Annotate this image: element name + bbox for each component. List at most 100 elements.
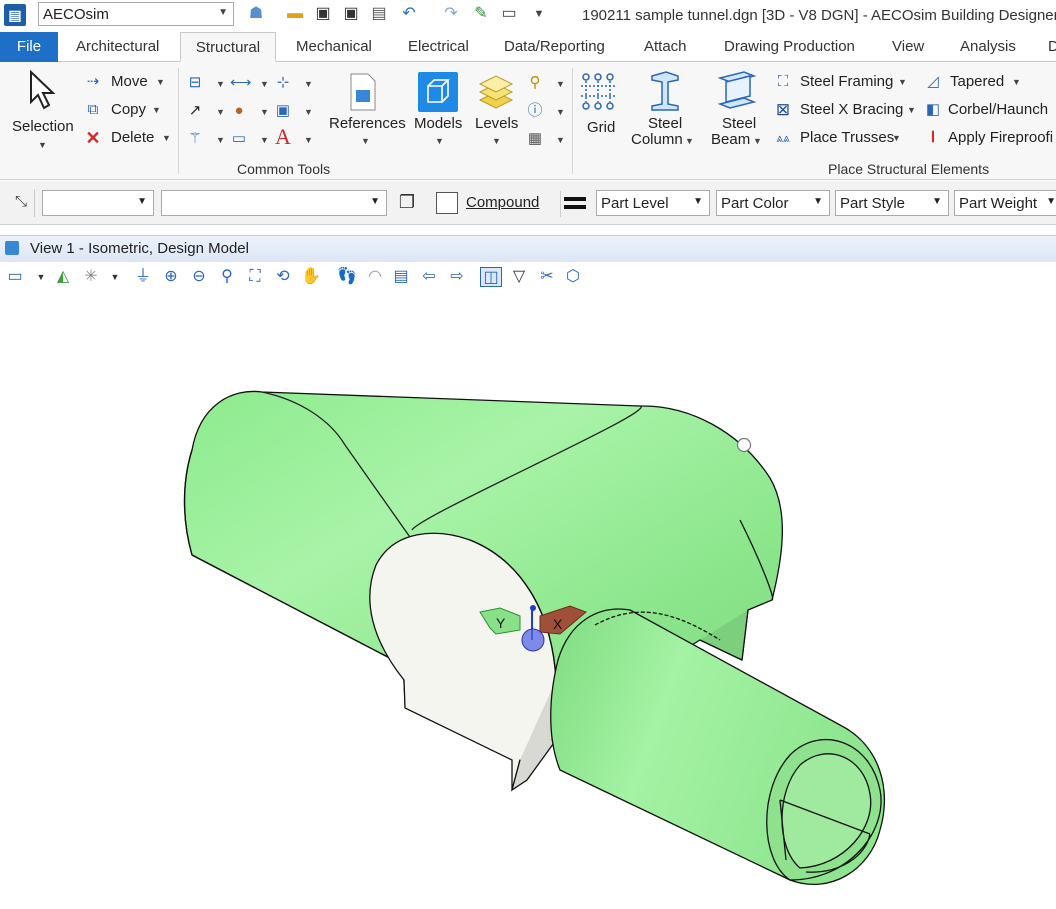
references-label: References	[329, 115, 406, 132]
place-trusses-button[interactable]: ⩓⩓ Place Trusses ▼	[774, 128, 910, 150]
chevron-down-icon: ▼	[370, 196, 380, 207]
chevron-down-icon[interactable]: ▼	[104, 267, 126, 287]
separator	[572, 68, 573, 174]
magic-wand-icon[interactable]: ⚚	[186, 130, 204, 148]
view-attributes-icon[interactable]: ▭	[4, 267, 26, 287]
next-arrow-icon[interactable]: ⇨	[446, 267, 468, 287]
user-icon[interactable]: ☗	[247, 5, 265, 23]
tab-architectural[interactable]: Architectural	[76, 32, 159, 62]
palette-icon[interactable]: ●	[230, 102, 248, 120]
tab-overflow[interactable]: D	[1048, 32, 1056, 62]
update-view-icon[interactable]: ⏚	[132, 267, 154, 287]
tab-drawing-production[interactable]: Drawing Production	[724, 32, 855, 62]
levels-icon	[478, 75, 514, 109]
part-weight-combo[interactable]: Part Weight ▼	[954, 190, 1056, 216]
layers-icon[interactable]: ❐	[398, 193, 416, 211]
view-previous-icon[interactable]: ▤	[390, 267, 412, 287]
chevron-down-icon: ▼	[216, 107, 225, 117]
undo-icon[interactable]: ↶	[400, 5, 418, 23]
customize-icon[interactable]: ▼	[530, 5, 548, 23]
tab-file[interactable]: File	[0, 32, 58, 62]
tab-analysis[interactable]: Analysis	[960, 32, 1016, 62]
zoom-in-icon[interactable]: ⊕	[160, 267, 182, 287]
separator	[34, 189, 35, 217]
separator	[560, 191, 561, 217]
part-color-combo[interactable]: Part Color ▼	[716, 190, 830, 216]
save-settings-icon[interactable]: ▣	[342, 5, 360, 23]
chevron-down-icon: ▼	[435, 136, 444, 146]
tapered-label: Tapered	[950, 73, 1005, 90]
grid-button[interactable]: Grid	[578, 68, 624, 154]
display-style-icon[interactable]: ◭	[52, 267, 74, 287]
line-weight-icon[interactable]	[564, 197, 586, 201]
corbel-haunch-button[interactable]: ◧ Corbel/Haunch	[924, 100, 1056, 122]
rectangle-icon[interactable]: ▭	[230, 130, 248, 148]
app-icon[interactable]: ▤	[4, 4, 26, 26]
text-edit-icon[interactable]: ▣	[274, 102, 292, 120]
compress-icon[interactable]: ▤	[370, 5, 388, 23]
lighting-icon[interactable]: ✳	[80, 267, 102, 287]
fit-view-icon[interactable]: ⛶	[244, 267, 266, 287]
references-button[interactable]: References ▼	[328, 68, 406, 154]
workspace-combo[interactable]: AECOsim ▼	[38, 2, 234, 26]
selection-button[interactable]: Selection ▼	[8, 66, 78, 152]
arrow-line-icon[interactable]: ↗	[186, 102, 204, 120]
compound-checkbox[interactable]	[436, 192, 458, 214]
chevron-down-icon: ▼	[753, 136, 762, 146]
levels-label: Levels	[475, 115, 519, 132]
redo-icon[interactable]: ↷	[442, 5, 460, 23]
chevron-down-icon[interactable]: ▼	[30, 267, 52, 287]
steel-column-icon	[651, 71, 679, 111]
snap-icon[interactable]: ⊹	[274, 74, 292, 92]
apply-fireproofing-button[interactable]: Ⅰ Apply Fireproofi	[924, 128, 1056, 150]
steel-framing-button[interactable]: ⛶ Steel Framing ▼	[774, 72, 914, 94]
pan-hand-icon[interactable]: ✋	[300, 267, 322, 287]
tapered-button[interactable]: ◿ Tapered ▼	[924, 72, 1034, 94]
measure-icon[interactable]: ⟷	[230, 74, 252, 92]
previous-arrow-icon[interactable]: ⇦	[418, 267, 440, 287]
part-level-combo[interactable]: Part Level ▼	[596, 190, 710, 216]
design-model-viewport[interactable]: Y X	[0, 292, 1056, 906]
search-icon[interactable]: ⚲	[526, 74, 544, 92]
levels-button[interactable]: Levels ▼	[472, 68, 522, 154]
eyedropper-icon[interactable]: ⤡	[12, 193, 30, 211]
window-area-icon[interactable]: ⚲	[216, 267, 238, 287]
models-button[interactable]: Models ▼	[412, 68, 466, 154]
copy-button[interactable]: ⧉ Copy ▼	[84, 100, 174, 122]
move-button[interactable]: ⇢ Move ▼	[84, 72, 174, 94]
print-icon[interactable]: ▭	[500, 5, 518, 23]
tab-data-reporting[interactable]: Data/Reporting	[504, 32, 605, 62]
window-title: 190211 sample tunnel.dgn [3D - V8 DGN] -…	[582, 7, 1056, 24]
properties-icon[interactable]: ▦	[526, 130, 544, 148]
clip-volume-icon[interactable]: ◫	[480, 267, 502, 287]
chevron-down-icon: ▼	[1012, 77, 1021, 87]
steel-beam-button[interactable]: Steel Beam ▼	[704, 68, 770, 154]
tab-attach[interactable]: Attach	[644, 32, 687, 62]
save-icon[interactable]: ▣	[314, 5, 332, 23]
tab-mechanical[interactable]: Mechanical	[296, 32, 372, 62]
info-icon[interactable]: ⓘ	[526, 102, 544, 120]
rotate-view-icon[interactable]: ⟲	[272, 267, 294, 287]
place-line-icon[interactable]: ⊟	[186, 74, 204, 92]
text-icon[interactable]: A	[274, 126, 292, 148]
part-style-combo[interactable]: Part Style ▼	[835, 190, 949, 216]
zoom-out-icon[interactable]: ⊖	[188, 267, 210, 287]
active-level-combo[interactable]: ▼	[42, 190, 154, 216]
steel-x-bracing-button[interactable]: ⊠ Steel X Bracing ▼	[774, 100, 920, 122]
tab-structural[interactable]: Structural	[180, 32, 276, 62]
element-template-combo[interactable]: ▼	[161, 190, 387, 216]
view-cone-icon[interactable]: ▽	[508, 267, 530, 287]
chevron-down-icon: ▼	[685, 136, 694, 146]
delete-button[interactable]: ✕ Delete ▼	[84, 128, 174, 150]
steel-column-button[interactable]: Steel Column ▼	[628, 68, 698, 154]
x-bracing-icon: ⊠	[775, 100, 791, 119]
walk-icon[interactable]: 👣	[336, 267, 358, 287]
open-folder-icon[interactable]: ▬	[286, 5, 304, 23]
section-cube-icon[interactable]: ⬡	[562, 267, 584, 287]
fly-icon[interactable]: ◠	[364, 267, 386, 287]
cut-icon[interactable]: ✂	[536, 267, 558, 287]
pin-icon[interactable]: ✎	[472, 5, 490, 23]
chevron-down-icon: ▼	[1046, 196, 1056, 207]
tab-electrical[interactable]: Electrical	[408, 32, 469, 62]
tab-view[interactable]: View	[892, 32, 924, 62]
